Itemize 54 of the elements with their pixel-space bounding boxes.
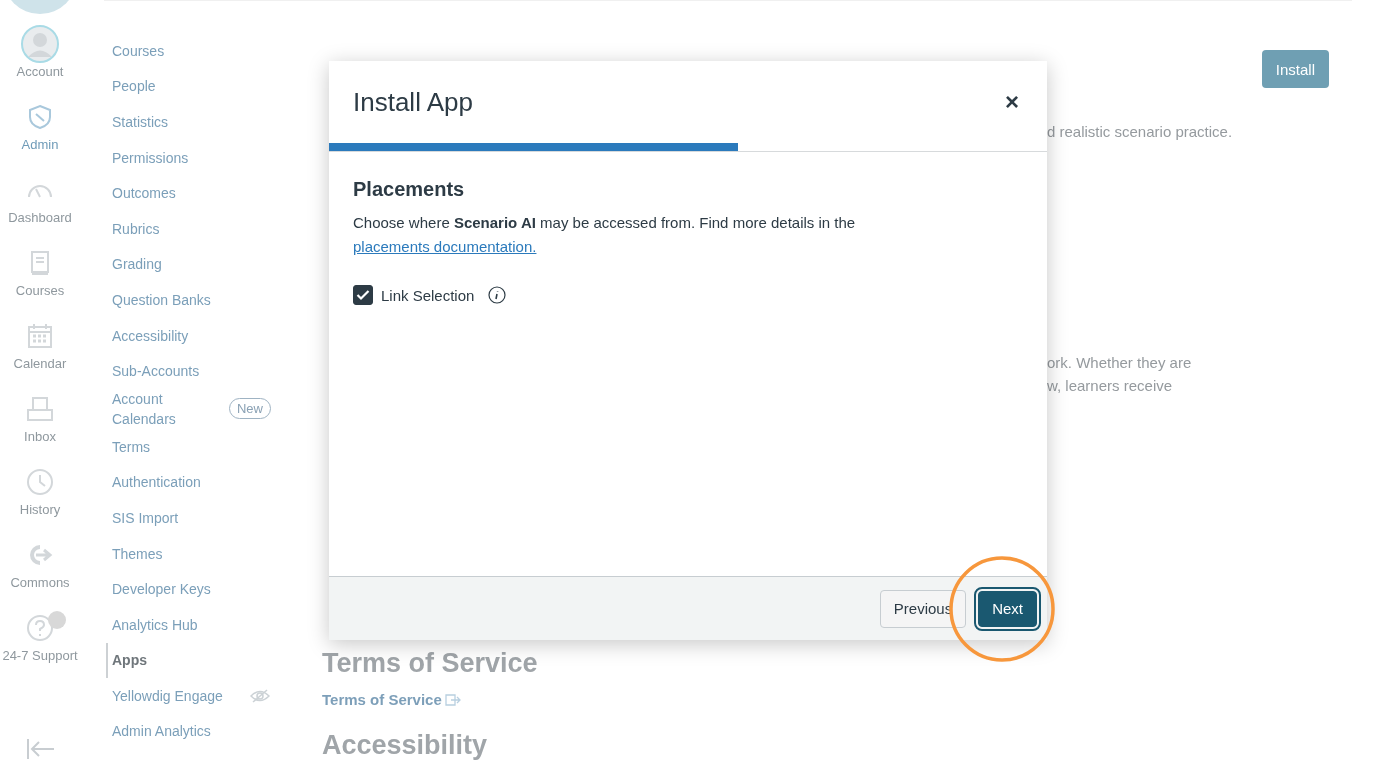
sub-nav-item[interactable]: Question Banks (80, 282, 300, 318)
sub-nav-item[interactable]: Courses (80, 33, 300, 69)
global-nav-item[interactable]: Calendar (13, 318, 67, 391)
global-nav-item[interactable]: Commons (10, 537, 70, 610)
global-nav-item[interactable]: Dashboard (8, 172, 72, 245)
sub-nav-item[interactable]: Grading (80, 246, 300, 283)
sub-nav-item[interactable]: Account Calendars New (80, 388, 300, 429)
terms-link[interactable]: Terms of Service (322, 691, 442, 708)
help-icon (26, 614, 54, 642)
external-link-icon (444, 693, 461, 706)
inbox-icon (26, 396, 54, 422)
info-icon[interactable] (488, 286, 507, 304)
sub-nav-item[interactable]: Terms (80, 428, 300, 465)
section-heading: Placements (353, 178, 466, 201)
install-button[interactable]: Install (1261, 50, 1329, 88)
section-heading: Terms of Service (322, 648, 539, 679)
global-nav-item[interactable]: 24-7 Support (2, 610, 78, 683)
sub-nav-item[interactable]: People (80, 68, 300, 105)
sub-nav-item[interactable]: Sub-Accounts (80, 353, 300, 389)
close-button[interactable]: × (1001, 88, 1023, 116)
documentation-link[interactable]: placements documentation. (353, 238, 537, 255)
sub-nav-item[interactable]: Admin Analytics (80, 713, 300, 750)
sub-nav-item[interactable]: Themes (80, 535, 300, 572)
description-text: d realistic scenario practice. (1046, 123, 1234, 140)
global-nav-item[interactable]: Inbox (24, 391, 56, 464)
global-nav-item[interactable]: Account (16, 26, 64, 99)
calendar-icon (27, 323, 53, 349)
sub-nav-item[interactable]: Apps (106, 642, 300, 679)
dialog-title: Install App (353, 86, 473, 118)
sub-nav-item[interactable]: Permissions (80, 139, 300, 176)
avatar-icon (20, 24, 60, 64)
sub-nav-item[interactable]: SIS Import (80, 500, 300, 536)
sub-nav-item[interactable]: Developer Keys (80, 571, 300, 607)
checkbox-label: Link Selection (381, 286, 475, 304)
book-icon (29, 250, 51, 276)
sub-nav-item[interactable]: Accessibility (80, 317, 300, 354)
clock-icon (26, 468, 54, 496)
checkbox[interactable] (353, 285, 373, 305)
description-text: w, learners receive (1046, 377, 1174, 394)
sub-nav-item[interactable]: Rubrics (80, 210, 300, 247)
global-nav-item[interactable]: History (19, 464, 61, 537)
section-heading: Accessibility (322, 730, 489, 761)
global-nav-item[interactable]: Admin (21, 99, 59, 172)
sub-nav-item[interactable]: Statistics (80, 104, 300, 140)
sub-nav-item[interactable]: Authentication (80, 464, 300, 501)
eye-slash-icon (250, 688, 270, 703)
sub-nav-item[interactable]: Yellowdig Engage (80, 678, 300, 714)
shield-icon (27, 104, 53, 130)
global-nav-item[interactable]: Courses (15, 245, 65, 318)
description-text: ork. Whether they are (1046, 354, 1193, 371)
sub-nav-item[interactable]: Outcomes (80, 175, 300, 211)
sub-nav-item[interactable]: Analytics Hub (80, 606, 300, 643)
checkmark-icon (356, 289, 370, 301)
placements-description: Choose where Scenario AI may be accessed from. Find more details in the placements documentation. (353, 213, 857, 257)
